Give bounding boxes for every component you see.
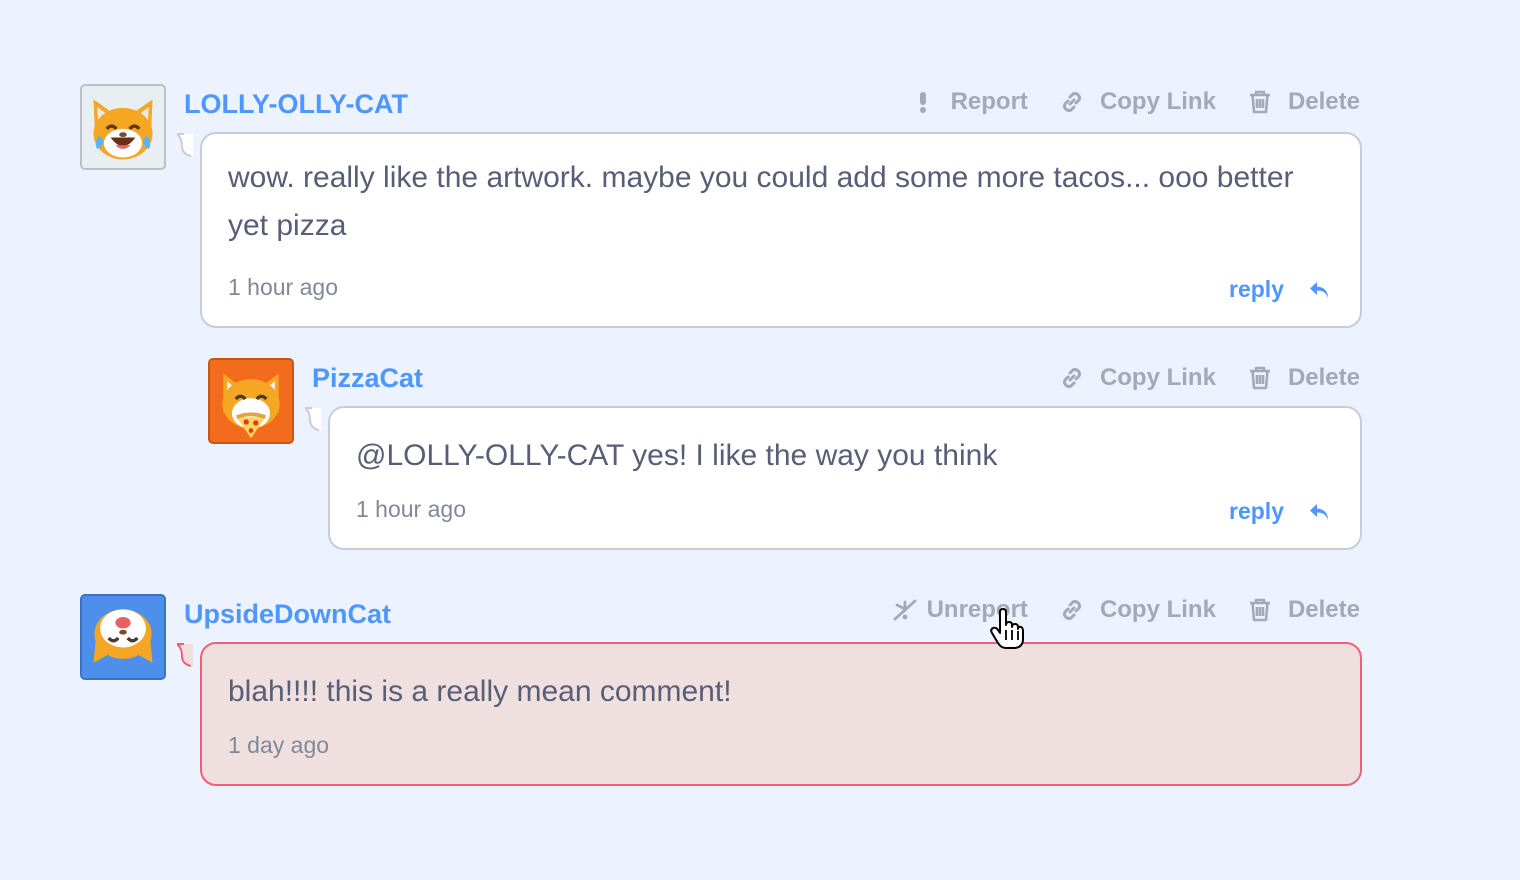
- comment-text: blah!!!! this is a really mean comment!: [228, 675, 732, 708]
- unreport-button[interactable]: Unreport: [891, 596, 1028, 624]
- comment-time: 1 day ago: [228, 732, 330, 758]
- comment-username[interactable]: UpsideDownCat: [184, 598, 391, 630]
- comment-reported: UpsideDownCat Unreport Copy Link Delete …: [0, 0, 1520, 800]
- copy-link-label: Copy Link: [1099, 596, 1216, 623]
- unreport-label: Unreport: [926, 596, 1028, 623]
- unreport-icon: [891, 596, 919, 624]
- link-icon: [1058, 596, 1086, 624]
- comment-actions: Unreport Copy Link Delete: [891, 594, 1360, 626]
- bubble-tail: [177, 642, 209, 672]
- copy-link-button[interactable]: Copy Link: [1058, 596, 1216, 624]
- delete-button[interactable]: Delete: [1246, 596, 1360, 624]
- comment-bubble-reported: blah!!!! this is a really mean comment! …: [177, 642, 1362, 786]
- upside-down-cat-icon: [93, 609, 153, 663]
- delete-label: Delete: [1287, 596, 1360, 623]
- avatar[interactable]: [80, 594, 166, 680]
- trash-icon: [1246, 596, 1274, 624]
